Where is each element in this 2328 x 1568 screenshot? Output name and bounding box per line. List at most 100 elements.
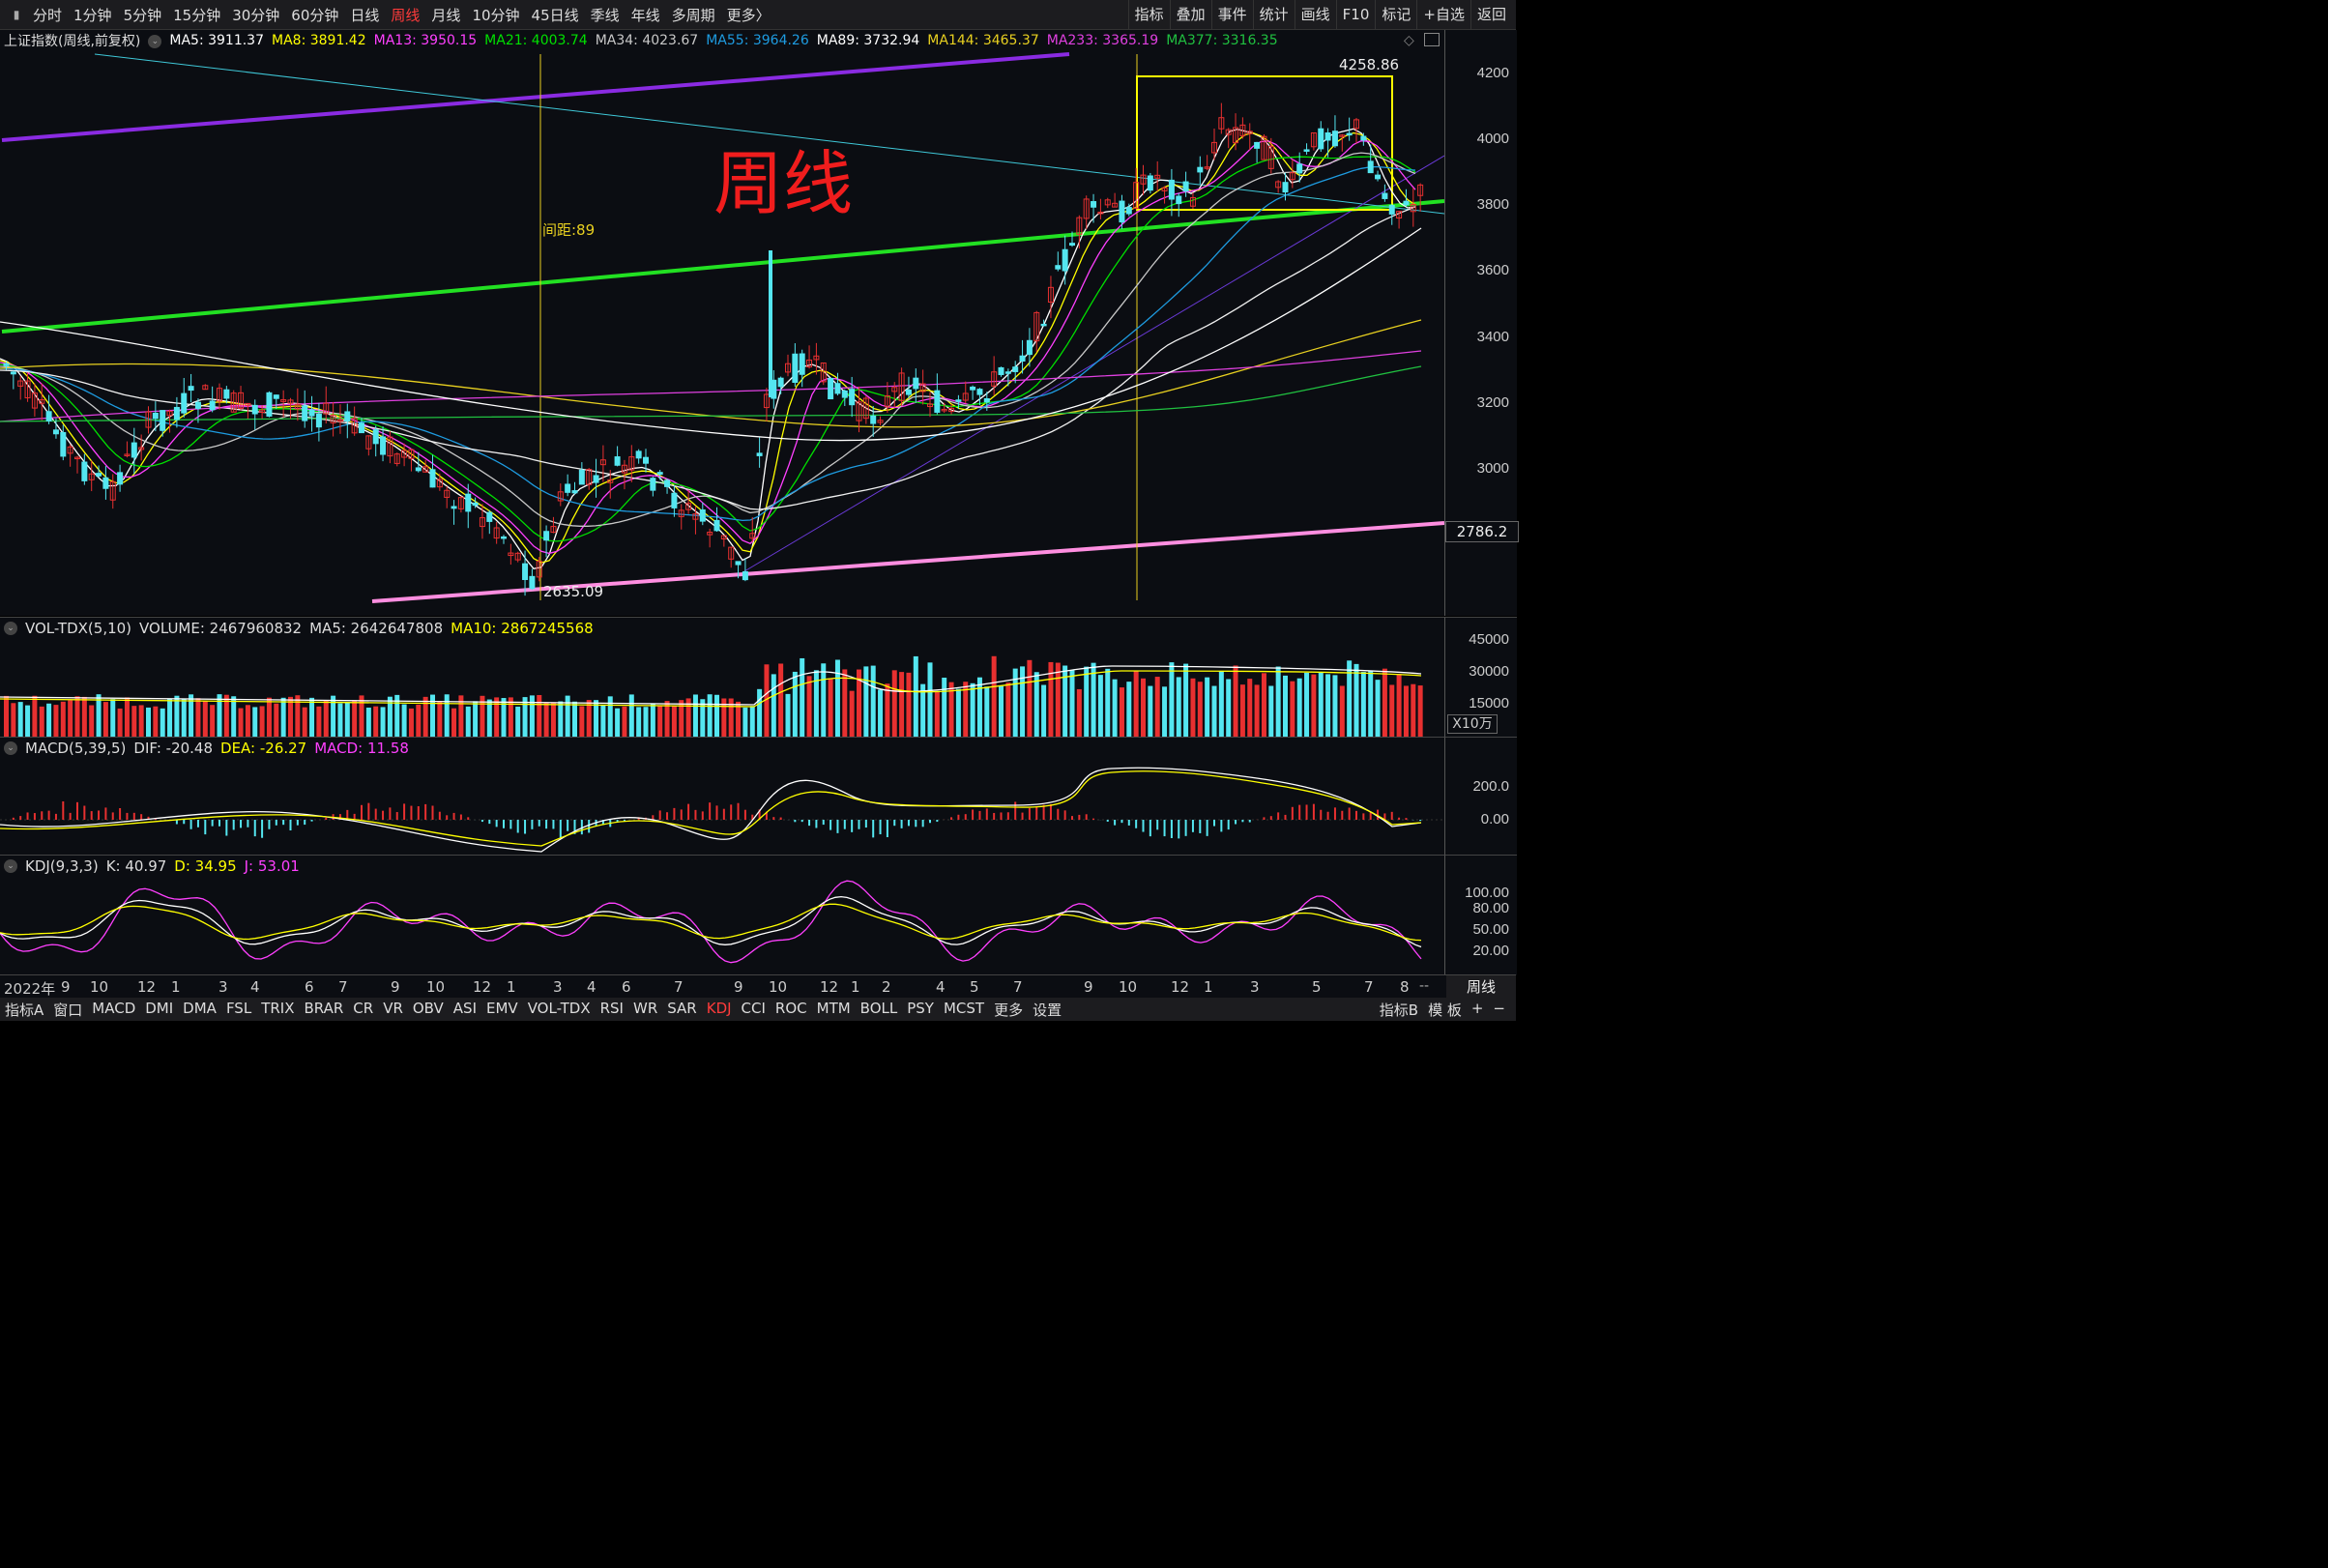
candle-body (799, 353, 805, 375)
volume-bar (174, 695, 180, 738)
indicator-tab[interactable]: PSY (902, 1000, 939, 1020)
period-tab[interactable]: 年线 (631, 5, 660, 25)
toolbar-button[interactable]: 标记 (1375, 0, 1416, 29)
indicator-tab[interactable]: CCI (737, 1000, 771, 1020)
volume-bar (17, 702, 23, 738)
period-tab[interactable]: 30分钟 (232, 5, 279, 25)
kdj-value: J: 53.01 (244, 857, 300, 875)
price-chart-panel[interactable]: 上证指数(周线,前复权) ⌄ MA5: 3911.37 MA8: 3891.42 M… (0, 30, 1444, 616)
collapse-icon[interactable]: ⌄ (148, 35, 162, 48)
time-label: 12 (137, 978, 157, 996)
collapse-icon[interactable]: ⌄ (4, 741, 17, 755)
period-tab[interactable]: 周线 (391, 5, 420, 25)
volume-bar (1183, 663, 1189, 738)
candlestick-chart[interactable] (0, 30, 1444, 616)
candle-body (160, 410, 166, 431)
toolbar-button[interactable]: +自选 (1416, 0, 1470, 29)
indicator-tab[interactable]: FSL (221, 1000, 256, 1020)
candle-body (571, 490, 578, 494)
toolbar-button[interactable]: 叠加 (1169, 0, 1211, 29)
volume-bar (359, 695, 364, 738)
bottom-right-button[interactable]: 指标B (1375, 1000, 1423, 1020)
period-tab[interactable]: 更多〉 (727, 5, 771, 25)
indicator-tab[interactable]: BOLL (856, 1000, 903, 1020)
time-axis-period[interactable]: 周线 (1446, 975, 1516, 999)
kdj-panel[interactable]: ⌄ KDJ(9,3,3) K: 40.97 D: 34.95 J: 53.01 (0, 855, 1444, 975)
time-label: 4 (250, 978, 260, 996)
indicator-tab[interactable]: ROC (771, 1000, 812, 1020)
volume-bar (1076, 688, 1082, 738)
indicator-tab[interactable]: MCST (939, 1000, 989, 1020)
candle-body (1019, 355, 1026, 363)
volume-bar (1154, 677, 1160, 738)
indicator-tab[interactable]: SAR (662, 1000, 701, 1020)
indicator-tab[interactable]: 窗口 (48, 1000, 87, 1020)
toolbar-button[interactable]: F10 (1335, 0, 1376, 29)
indicator-tab[interactable]: DMA (178, 1000, 221, 1020)
price-axis[interactable]: 4200 4000 3800 3600 3400 3200 3000 2786.2 (1444, 30, 1519, 616)
volume-bar (486, 699, 492, 738)
indicator-tab[interactable]: 更多 (989, 1000, 1028, 1020)
bottom-right-button[interactable]: 模 板 (1423, 1000, 1467, 1020)
time-label: 9 (61, 978, 71, 996)
volume-bar (778, 663, 784, 738)
indicator-tab[interactable]: ASI (449, 1000, 481, 1020)
indicator-tab[interactable]: VOL-TDX (523, 1000, 596, 1020)
macd-panel[interactable]: ⌄ MACD(5,39,5) DIF: -20.48 DEA: -26.27 MACD:… (0, 737, 1444, 856)
indicator-tab[interactable]: KDJ (702, 1000, 737, 1020)
indicator-tab[interactable]: CR (348, 1000, 378, 1020)
volume-bar (231, 696, 237, 738)
candle-body (1168, 179, 1175, 200)
period-tab[interactable]: 5分钟 (124, 5, 162, 25)
indicator-tab[interactable]: BRAR (299, 1000, 348, 1020)
indicator-tab[interactable]: MACD (87, 1000, 140, 1020)
volume-bar (146, 707, 151, 738)
panel-toggle-icon[interactable] (1424, 33, 1440, 46)
candle-body (1254, 141, 1261, 149)
time-axis[interactable]: 2022年 9 10 12 1 3 4 6 7 9 10 12 1 3 4 6 7 9 10 12 1 2 4 5 7 9 10 12… (0, 974, 1516, 999)
indicator-tab[interactable]: RSI (596, 1000, 628, 1020)
period-tab[interactable]: 分时 (33, 5, 62, 25)
indicator-tab[interactable]: OBV (408, 1000, 449, 1020)
period-tab[interactable]: 15分钟 (173, 5, 220, 25)
indicator-tab[interactable]: TRIX (256, 1000, 299, 1020)
toolbar-button[interactable]: 指标 (1127, 0, 1170, 29)
ma-value: MA233: 3365.19 (1046, 33, 1159, 48)
candle-body (81, 461, 88, 481)
indicator-tab[interactable]: DMI (140, 1000, 178, 1020)
indicator-tab[interactable]: VR (378, 1000, 408, 1020)
time-label: 12 (473, 978, 492, 996)
toolbar-button[interactable]: 统计 (1252, 0, 1295, 29)
period-tab[interactable]: 日线 (350, 5, 379, 25)
time-label: 1 (851, 978, 860, 996)
candle-body (650, 478, 656, 491)
period-tab[interactable]: 10分钟 (472, 5, 519, 25)
indicator-tab[interactable]: 指标A (0, 1000, 48, 1020)
collapse-icon[interactable]: ⌄ (4, 622, 17, 635)
indicator-tab[interactable]: MTM (812, 1000, 856, 1020)
period-tab[interactable]: 月线 (431, 5, 460, 25)
indicator-tab[interactable]: 设置 (1028, 1000, 1066, 1020)
period-tab[interactable]: 60分钟 (291, 5, 338, 25)
bottom-right-button[interactable]: − (1488, 1000, 1510, 1020)
main-tick-label: 3200 (1476, 394, 1509, 411)
window-menu-icon[interactable]: ▮ (6, 4, 27, 25)
toolbar-button[interactable]: 事件 (1210, 0, 1253, 29)
volume-bar (543, 702, 549, 738)
period-tab[interactable]: 1分钟 (73, 5, 112, 25)
time-label: 5 (970, 978, 979, 996)
volume-panel[interactable]: ⌄ VOL-TDX(5,10) VOLUME: 2467960832 MA5: 264… (0, 617, 1444, 738)
period-tab[interactable]: 季线 (591, 5, 620, 25)
indicator-tab[interactable]: EMV (481, 1000, 523, 1020)
collapse-icon[interactable]: ⌄ (4, 859, 17, 873)
moving-average-line (0, 128, 1416, 570)
main-tick-label: 3000 (1476, 460, 1509, 477)
toolbar-button[interactable]: 返回 (1470, 0, 1512, 29)
volume-bar (558, 701, 564, 738)
indicator-tab[interactable]: WR (628, 1000, 662, 1020)
toolbar-button[interactable]: 画线 (1294, 0, 1336, 29)
period-tab[interactable]: 45日线 (532, 5, 579, 25)
bottom-right-button[interactable]: + (1467, 1000, 1489, 1020)
diamond-icon[interactable]: ◇ (1404, 33, 1414, 48)
period-tab[interactable]: 多周期 (672, 5, 715, 25)
